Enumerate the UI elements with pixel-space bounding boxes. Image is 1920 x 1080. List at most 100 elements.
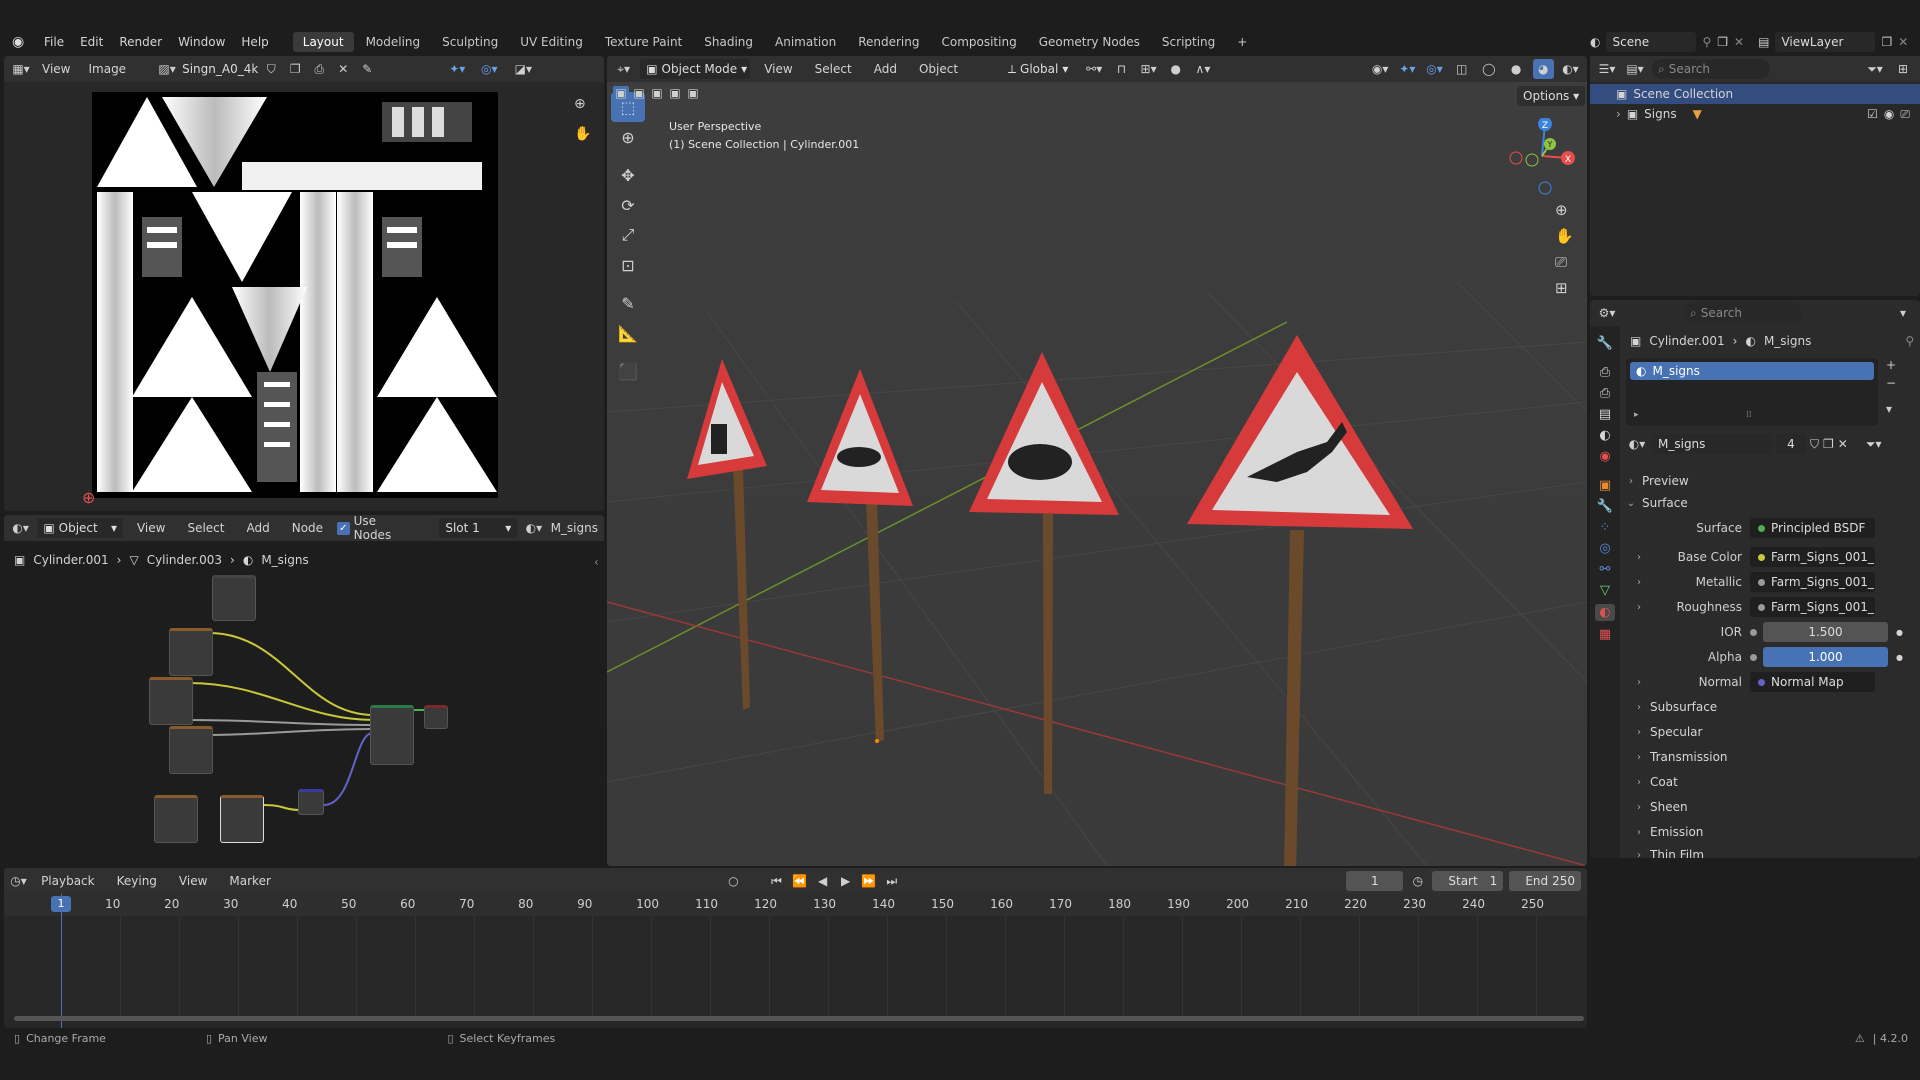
section-thin-film[interactable]: › Thin Film bbox=[1620, 844, 1920, 858]
select-intersect-icon[interactable]: ▣ bbox=[685, 86, 701, 100]
menu-add[interactable]: Add bbox=[866, 62, 905, 76]
filter-icon[interactable]: ⏷▾ bbox=[1864, 59, 1886, 79]
metallic-field[interactable]: Farm_Signs_001_Met... bbox=[1750, 572, 1875, 592]
section-sheen[interactable]: › Sheen bbox=[1620, 796, 1920, 818]
image-browse-icon[interactable]: ▨▾ bbox=[156, 59, 178, 79]
gizmo-toggle-icon[interactable]: ✦▾ bbox=[1397, 59, 1418, 79]
particles-tab-icon[interactable]: ⁘ bbox=[1600, 520, 1611, 535]
section-emission[interactable]: › Emission bbox=[1620, 821, 1920, 843]
material-slot-item[interactable]: ◐ M_signs bbox=[1630, 362, 1874, 380]
add-slot-icon[interactable]: + bbox=[1886, 358, 1896, 372]
pivot-icon[interactable]: ⚯▾ bbox=[1084, 59, 1105, 79]
jump-keyframe-back-icon[interactable]: ⏪ bbox=[791, 871, 808, 891]
snap-icon[interactable]: ⊓ bbox=[1111, 59, 1132, 79]
ortho-grid-icon[interactable]: ⊞ bbox=[1555, 279, 1574, 297]
duplicate-icon[interactable]: ❐ bbox=[1823, 437, 1834, 451]
zoom-icon[interactable]: ⊕ bbox=[574, 96, 586, 112]
checkbox-icon[interactable]: ☑ bbox=[1867, 107, 1878, 121]
pin-icon[interactable]: ⚲ bbox=[1702, 35, 1711, 49]
select-subtract-icon[interactable]: ▣ bbox=[649, 86, 665, 100]
base-color-field[interactable]: Farm_Signs_001_Bas... bbox=[1750, 547, 1875, 567]
transform-tool[interactable]: ⊡ bbox=[611, 250, 645, 280]
zoom-icon[interactable]: ⊕ bbox=[1555, 201, 1574, 219]
node-principled-bsdf[interactable] bbox=[370, 705, 414, 765]
node-normal-texture[interactable] bbox=[220, 795, 264, 843]
world-tab-icon[interactable]: ◉ bbox=[1599, 449, 1610, 464]
node-texture[interactable] bbox=[212, 575, 256, 621]
menu-image[interactable]: Image bbox=[80, 62, 134, 76]
tool-tab-icon[interactable]: 🔧 bbox=[1597, 336, 1613, 351]
tab-sculpting[interactable]: Sculpting bbox=[432, 32, 508, 52]
wireframe-shading-icon[interactable]: ◯ bbox=[1478, 59, 1499, 79]
object-tab-icon[interactable]: ▣ bbox=[1599, 478, 1611, 493]
start-frame-field[interactable]: Start 1 bbox=[1432, 871, 1504, 891]
fake-user-icon[interactable]: ⛉ bbox=[260, 59, 282, 79]
proportional-edit-icon[interactable]: ● bbox=[1165, 59, 1186, 79]
fake-user-icon[interactable]: ⛉ bbox=[1810, 437, 1819, 452]
play-reverse-icon[interactable]: ◀ bbox=[814, 871, 831, 891]
jump-start-icon[interactable]: ⏮ bbox=[768, 871, 785, 891]
menu-object[interactable]: Object bbox=[911, 62, 966, 76]
overlay-toggle-icon[interactable]: ◎▾ bbox=[1424, 59, 1445, 79]
pin-image-icon[interactable]: ✎ bbox=[356, 59, 378, 79]
sidebar-toggle-icon[interactable]: ‹ bbox=[594, 555, 599, 569]
rendered-shading-icon[interactable]: ◐▾ bbox=[1560, 59, 1581, 79]
pin-icon[interactable]: ⚲ bbox=[1905, 334, 1914, 348]
view-layer-tab-icon[interactable]: ▤ bbox=[1599, 407, 1611, 422]
orientation-selector[interactable]: ⟂ Global ▾ bbox=[1002, 59, 1078, 79]
outliner-row-scene-collection[interactable]: ▣ Scene Collection bbox=[1590, 84, 1920, 104]
snap-target-icon[interactable]: ⊞▾ bbox=[1138, 59, 1159, 79]
record-icon[interactable]: ○ bbox=[725, 871, 742, 891]
annotate-tool[interactable]: ✎ bbox=[611, 288, 645, 318]
camera-icon[interactable]: ⎚ bbox=[1900, 107, 1910, 122]
keyframe-dot-icon[interactable]: ● bbox=[1896, 653, 1903, 662]
menu-keying[interactable]: Keying bbox=[109, 874, 165, 888]
falloff-icon[interactable]: ∧▾ bbox=[1192, 59, 1213, 79]
section-surface[interactable]: ⌄ Surface bbox=[1620, 492, 1920, 514]
xray-icon[interactable]: ◫ bbox=[1451, 59, 1472, 79]
menu-playback[interactable]: Playback bbox=[33, 874, 103, 888]
uv-cursor-icon[interactable]: ⊕ bbox=[82, 488, 95, 507]
section-preview[interactable]: › Preview bbox=[1620, 470, 1920, 492]
select-invert-icon[interactable]: ▣ bbox=[667, 86, 683, 100]
texture-tab-icon[interactable]: ▦ bbox=[1599, 627, 1611, 642]
tab-shading[interactable]: Shading bbox=[694, 32, 763, 52]
node-metallic[interactable] bbox=[149, 677, 193, 725]
end-frame-field[interactable]: End 250 bbox=[1509, 871, 1582, 891]
duplicate-icon[interactable]: ❐ bbox=[284, 59, 306, 79]
expand-icon[interactable]: ▸ bbox=[1634, 410, 1639, 420]
surface-shader-field[interactable]: Principled BSDF bbox=[1750, 518, 1875, 538]
timeline-scrollbar[interactable] bbox=[14, 1016, 1584, 1021]
editor-type-icon[interactable]: ☰▾ bbox=[1596, 59, 1618, 79]
expand-icon[interactable]: › bbox=[1616, 107, 1621, 121]
section-coat[interactable]: › Coat bbox=[1620, 771, 1920, 793]
material-tab-icon[interactable]: ◐ bbox=[1595, 604, 1615, 621]
pan-hand-icon[interactable]: ✋ bbox=[1555, 227, 1574, 245]
material-shading-icon[interactable]: ◕ bbox=[1532, 59, 1554, 79]
navigation-gizmo[interactable]: Z Y X bbox=[1502, 118, 1582, 198]
editor-type-icon[interactable]: ⌖▾ bbox=[613, 59, 634, 79]
material-browse-icon[interactable]: ◐▾ bbox=[1626, 434, 1648, 454]
alpha-field[interactable]: 1.000 bbox=[1763, 647, 1888, 667]
tab-modeling[interactable]: Modeling bbox=[356, 32, 431, 52]
roughness-field[interactable]: Farm_Signs_001_Rou... bbox=[1750, 597, 1875, 617]
node-base-color[interactable] bbox=[169, 628, 213, 676]
remove-slot-icon[interactable]: − bbox=[1886, 376, 1896, 390]
node-roughness[interactable] bbox=[169, 726, 213, 774]
link-icon[interactable]: ⏷▾ bbox=[1866, 437, 1882, 452]
select-extend-icon[interactable]: ▣ bbox=[631, 86, 647, 100]
eye-icon[interactable]: ◉ bbox=[1884, 107, 1894, 121]
cursor-tool[interactable]: ⊕ bbox=[611, 122, 645, 152]
viewlayer-selector[interactable]: ViewLayer bbox=[1775, 32, 1876, 52]
menu-view[interactable]: View bbox=[171, 874, 215, 888]
menu-edit[interactable]: Edit bbox=[72, 35, 111, 49]
rotate-tool[interactable]: ⟳ bbox=[611, 190, 645, 220]
new-collection-icon[interactable]: ⊞ bbox=[1892, 59, 1914, 79]
section-subsurface[interactable]: › Subsurface bbox=[1620, 696, 1920, 718]
outliner-search[interactable]: ⌕ Search bbox=[1652, 59, 1770, 79]
section-transmission[interactable]: › Transmission bbox=[1620, 746, 1920, 768]
chevron-right-icon[interactable]: › bbox=[1628, 552, 1650, 563]
menu-select[interactable]: Select bbox=[807, 62, 860, 76]
constraints-tab-icon[interactable]: ⚯ bbox=[1600, 562, 1611, 577]
editor-type-icon[interactable]: ◷▾ bbox=[10, 871, 27, 891]
